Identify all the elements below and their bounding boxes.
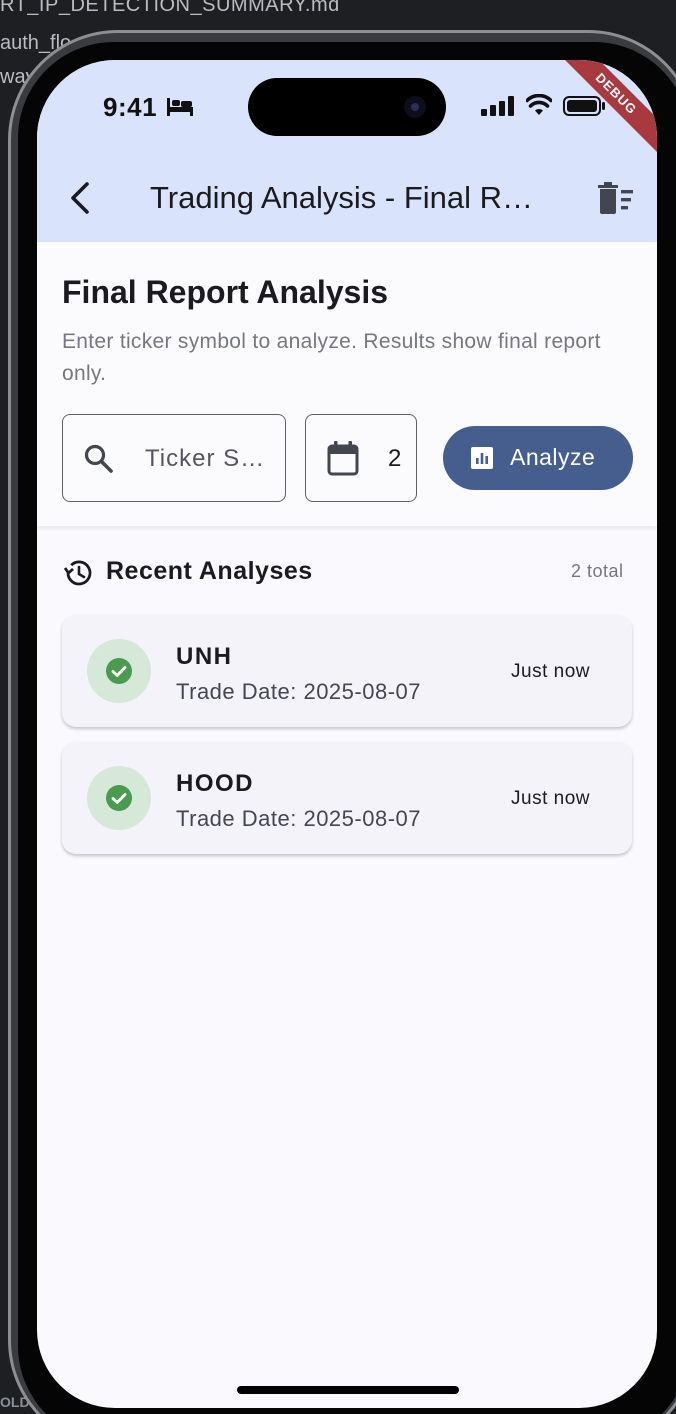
battery-icon: [563, 96, 605, 116]
status-time: 9:41: [103, 92, 158, 122]
status-avatar: [87, 766, 151, 830]
section-title: Final Report Analysis: [62, 274, 388, 310]
app-bar-title: Trading Analysis - Final Report: [150, 180, 550, 215]
card-ticker: HOOD: [176, 770, 254, 797]
sleep-focus-icon: [167, 98, 193, 116]
editor-line: RT_IP_DETECTION_SUMMARY.md: [0, 0, 340, 16]
recent-analyses-heading: Recent Analyses: [106, 557, 313, 585]
analysis-input-panel: Final Report Analysis Enter ticker symbo…: [37, 242, 657, 526]
back-arrow-icon[interactable]: [63, 178, 99, 218]
home-indicator[interactable]: [237, 1386, 459, 1394]
date-value: 2: [388, 445, 402, 472]
search-icon: [84, 444, 113, 473]
analysis-card[interactable]: HOOD Trade Date: 2025-08-07 Just now: [62, 742, 632, 854]
delete-sweep-icon[interactable]: [597, 182, 635, 216]
camera-icon: [404, 96, 426, 118]
check-circle-icon: [106, 658, 132, 684]
analytics-icon: [471, 447, 493, 469]
card-trade-date: Trade Date: 2025-08-07: [176, 806, 421, 831]
cellular-signal-icon: [481, 96, 514, 116]
calendar-icon: [327, 441, 359, 476]
app-screen: 9:41 DEBUG Trading Analysis - Final Repo…: [37, 60, 657, 1408]
recent-total-count: 2 total: [571, 561, 624, 581]
analyze-label: Analyze: [510, 444, 596, 470]
date-picker-field[interactable]: 2: [305, 414, 417, 502]
section-subtitle: Enter ticker symbol to analyze. Results …: [62, 330, 601, 385]
status-avatar: [87, 639, 151, 703]
analysis-card[interactable]: UNH Trade Date: 2025-08-07 Just now: [62, 615, 632, 727]
dynamic-island: [248, 78, 446, 136]
ticker-input[interactable]: Ticker Symbol: [62, 414, 286, 502]
check-circle-icon: [106, 785, 132, 811]
analyze-button[interactable]: Analyze: [443, 426, 633, 490]
history-icon: [63, 560, 92, 586]
wifi-icon: [526, 94, 552, 115]
card-timestamp: Just now: [511, 661, 590, 682]
card-ticker: UNH: [176, 643, 233, 670]
ticker-placeholder: Ticker Symbol: [145, 445, 265, 472]
card-timestamp: Just now: [511, 788, 590, 809]
card-trade-date: Trade Date: 2025-08-07: [176, 679, 421, 704]
